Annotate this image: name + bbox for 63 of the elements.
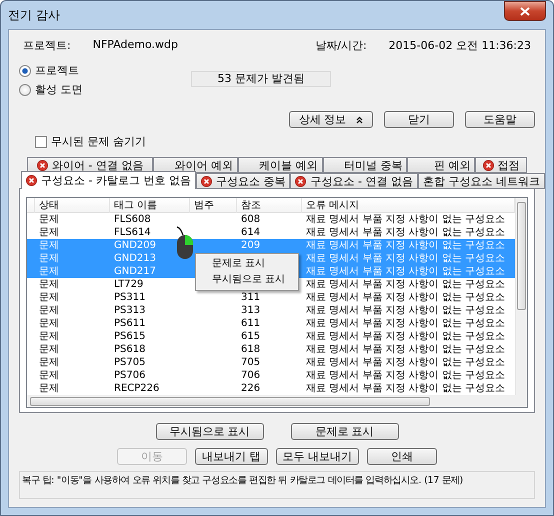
tag-cell-text: PS615 bbox=[113, 330, 146, 343]
window-title: 전기 감사 bbox=[8, 6, 60, 24]
message-cell-text: 재료 명세서 부품 지정 사항이 없는 구성요소 bbox=[305, 317, 506, 330]
message-cell-text: 재료 명세서 부품 지정 사항이 없는 구성요소 bbox=[305, 369, 506, 382]
message-cell-text: 재료 명세서 부품 지정 사항이 없는 구성요소 bbox=[305, 343, 506, 356]
radio-label: 활성 도면 bbox=[35, 82, 82, 97]
ref-cell-text: 614 bbox=[240, 226, 262, 239]
message-cell-text: 재료 명세서 부품 지정 사항이 없는 구성요소 bbox=[305, 213, 506, 226]
tag-cell-text: PS313 bbox=[113, 304, 146, 317]
message-cell-text: 재료 명세서 부품 지정 사항이 없는 구성요소 bbox=[305, 304, 506, 317]
ref-cell-text: 311 bbox=[240, 291, 262, 304]
status-cell-text: 문제 bbox=[38, 226, 60, 239]
tag-cell-text: PS618 bbox=[113, 343, 146, 356]
message-cell-text: 재료 명세서 부품 지정 사항이 없는 구성요소 bbox=[305, 226, 506, 239]
message-cell-text: 재료 명세서 부품 지정 사항이 없는 구성요소 bbox=[305, 291, 506, 304]
tag-cell-text: GND217 bbox=[113, 265, 158, 278]
message-cell-text: 재료 명세서 부품 지정 사항이 없는 구성요소 bbox=[305, 330, 506, 343]
status-cell-text: 문제 bbox=[38, 369, 60, 382]
message-cell-text: 재료 명세서 부품 지정 사항이 없는 구성요소 bbox=[305, 239, 506, 252]
tag-cell-text: PS705 bbox=[113, 356, 146, 369]
message-cell-text: 재료 명세서 부품 지정 사항이 없는 구성요소 bbox=[305, 278, 506, 291]
status-cell-text: 문제 bbox=[38, 382, 60, 395]
datetime-value: 2015-06-02 오전 11:36:23 bbox=[388, 38, 531, 53]
issue-count: 53 문제가 발견됨 bbox=[191, 71, 331, 87]
ref-cell-text: 618 bbox=[240, 343, 262, 356]
status-cell-text: 문제 bbox=[38, 265, 60, 278]
ref-cell-text: 706 bbox=[240, 369, 262, 382]
message-cell-text: 재료 명세서 부품 지정 사항이 없는 구성요소 bbox=[305, 356, 506, 369]
tip-text: 복구 팁: "이동"을 사용하여 오류 위치를 찾고 구성요소를 편집한 뒤 카탈로그 데이터를 입력하십시오. (17 문제) bbox=[19, 471, 535, 499]
status-cell-text: 문제 bbox=[38, 213, 60, 226]
tag-cell-text: PS311 bbox=[113, 291, 146, 304]
tag-cell-text: FLS614 bbox=[113, 226, 152, 239]
message-cell-text: 재료 명세서 부품 지정 사항이 없는 구성요소 bbox=[305, 265, 506, 278]
ref-cell-text: 226 bbox=[240, 382, 262, 395]
tag-cell-text: PS706 bbox=[113, 369, 146, 382]
status-cell-text: 문제 bbox=[38, 330, 60, 343]
tag-cell-text: LT729 bbox=[113, 278, 144, 291]
project-label: 프로젝트: bbox=[23, 38, 71, 53]
tag-cell-text: RECP226 bbox=[113, 382, 160, 395]
status-cell-text: 문제 bbox=[38, 291, 60, 304]
ref-cell-text: 615 bbox=[240, 330, 262, 343]
datetime-label: 날짜/시간: bbox=[315, 38, 367, 53]
ref-cell-text: 705 bbox=[240, 356, 262, 369]
status-cell-text: 문제 bbox=[38, 252, 60, 265]
project-name: NFPAdemo.wdp bbox=[92, 38, 178, 53]
status-cell-text: 문제 bbox=[38, 356, 60, 369]
radio-label: 프로젝트 bbox=[35, 63, 79, 78]
tag-cell-text: PS611 bbox=[113, 317, 146, 330]
status-cell-text: 문제 bbox=[38, 317, 60, 330]
ref-cell-text: 608 bbox=[240, 213, 262, 226]
status-cell-text: 문제 bbox=[38, 278, 60, 291]
status-cell-text: 문제 bbox=[38, 304, 60, 317]
ref-cell-text: 209 bbox=[240, 239, 262, 252]
tag-cell-text: GND209 bbox=[113, 239, 158, 252]
checkbox-label: 무시된 문제 숨기기 bbox=[51, 134, 146, 149]
message-cell-text: 재료 명세서 부품 지정 사항이 없는 구성요소 bbox=[305, 382, 506, 395]
status-cell-text: 문제 bbox=[38, 239, 60, 252]
status-cell-text: 문제 bbox=[38, 343, 60, 356]
ref-cell-text: 313 bbox=[240, 304, 262, 317]
message-cell-text: 재료 명세서 부품 지정 사항이 없는 구성요소 bbox=[305, 252, 506, 265]
ref-cell-text: 611 bbox=[240, 317, 262, 330]
tag-cell-text: GND213 bbox=[113, 252, 158, 265]
tag-cell-text: FLS608 bbox=[113, 213, 152, 226]
